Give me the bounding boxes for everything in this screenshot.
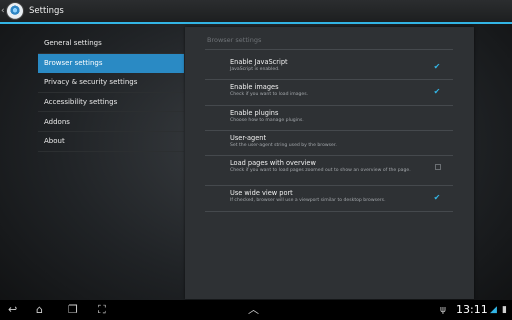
header-item-browser[interactable]: Browser settings xyxy=(38,53,184,74)
pref-enable-plugins[interactable]: Enable plugins Choose how to manage plug… xyxy=(205,106,453,131)
pref-enable-javascript[interactable]: Enable JavaScript JavaScript is enabled.… xyxy=(205,55,453,80)
pref-title: Enable plugins xyxy=(230,109,279,117)
recent-apps-icon[interactable]: ❐ xyxy=(68,300,78,320)
checkbox-checked-icon[interactable]: ✔ xyxy=(433,87,441,96)
wifi-icon: ◢ xyxy=(490,305,497,315)
pref-summary: Choose how to manage plugins. xyxy=(230,118,304,123)
panel-category-title: Browser settings xyxy=(207,36,262,44)
preference-list: Enable JavaScript JavaScript is enabled.… xyxy=(205,55,453,212)
clock: 13:11 xyxy=(456,303,488,316)
battery-icon: ▮ xyxy=(502,305,507,315)
home-icon[interactable]: ⌂ xyxy=(36,300,43,320)
header-item-general[interactable]: General settings xyxy=(38,34,184,54)
header-label: General settings xyxy=(44,39,102,48)
pref-title: Enable images xyxy=(230,83,279,91)
header-label: About xyxy=(44,137,65,146)
pref-summary: Check if you want to load pages zoomed o… xyxy=(230,168,411,173)
pref-title: Use wide view port xyxy=(230,189,293,197)
pref-title: Enable JavaScript xyxy=(230,58,288,66)
preferences-panel: Browser settings Enable JavaScript JavaS… xyxy=(185,27,474,299)
divider xyxy=(205,49,453,50)
header-label: Addons xyxy=(44,117,70,126)
usb-icon: ψ xyxy=(440,305,446,315)
back-icon[interactable]: ↩ xyxy=(8,300,17,320)
checkbox-checked-icon[interactable]: ✔ xyxy=(433,62,441,71)
pref-title: User-agent xyxy=(230,134,267,142)
action-bar: ‹ Settings xyxy=(0,0,512,24)
pref-load-pages-overview[interactable]: Load pages with overview Check if you wa… xyxy=(205,156,453,186)
browser-app-icon[interactable] xyxy=(6,2,24,20)
pref-summary: If checked, browser will use a viewport … xyxy=(230,198,386,203)
pref-summary: Check if you want to load images. xyxy=(230,92,309,97)
header-label: Accessibility settings xyxy=(44,98,118,107)
pref-user-agent[interactable]: User-agent Set the user-agent string use… xyxy=(205,131,453,156)
checkbox-unchecked-icon[interactable] xyxy=(435,164,441,170)
header-label: Browser settings xyxy=(44,58,103,67)
header-item-privacy[interactable]: Privacy & security settings xyxy=(38,73,184,93)
pref-summary: JavaScript is enabled. xyxy=(230,67,280,72)
header-label: Privacy & security settings xyxy=(44,78,138,87)
pref-summary: Set the user-agent string used by the br… xyxy=(230,143,337,148)
checkbox-checked-icon[interactable]: ✔ xyxy=(433,193,441,202)
up-caret-icon[interactable]: ‹ xyxy=(1,6,5,16)
pref-title: Load pages with overview xyxy=(230,159,316,167)
settings-header-list: General settings Browser settings Privac… xyxy=(38,34,184,152)
pref-wide-view-port[interactable]: Use wide view port If checked, browser w… xyxy=(205,186,453,212)
menu-up-icon[interactable]: ︿ xyxy=(248,300,259,320)
header-item-accessibility[interactable]: Accessibility settings xyxy=(38,93,184,113)
system-navigation-bar: ↩ ⌂ ❐ ⛶ ︿ ψ 13:11 ◢ ▮ xyxy=(0,300,512,320)
header-item-addons[interactable]: Addons xyxy=(38,112,184,132)
header-item-about[interactable]: About xyxy=(38,132,184,152)
pref-enable-images[interactable]: Enable images Check if you want to load … xyxy=(205,80,453,106)
action-bar-title: Settings xyxy=(29,6,64,16)
screenshot-icon[interactable]: ⛶ xyxy=(98,300,106,320)
